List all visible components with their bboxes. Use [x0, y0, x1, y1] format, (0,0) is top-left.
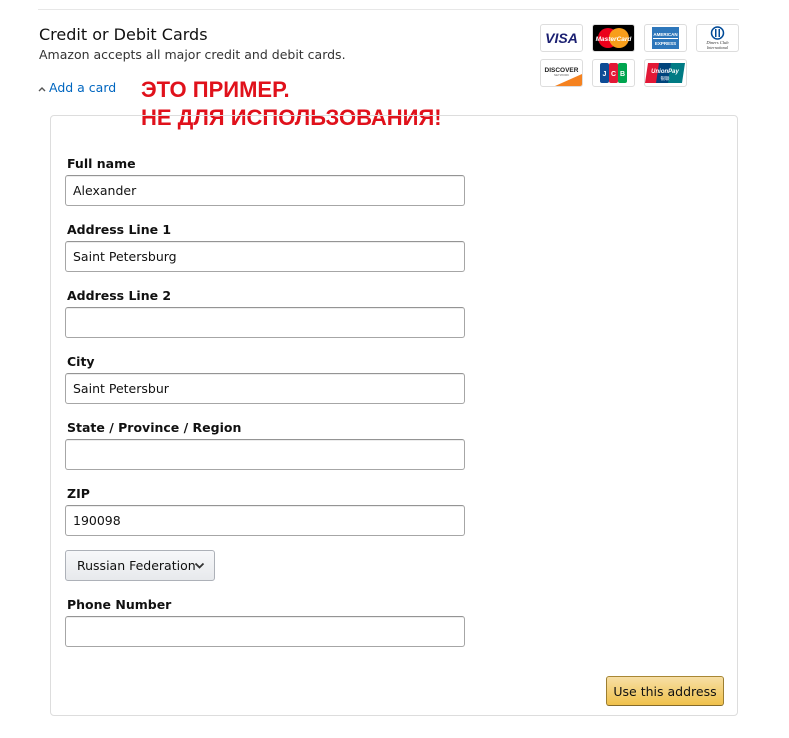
phone-label: Phone Number: [67, 597, 172, 612]
address-line-2-input[interactable]: [65, 307, 465, 338]
svg-text:EXPRESS: EXPRESS: [655, 41, 676, 46]
svg-text:J: J: [603, 71, 607, 78]
state-input[interactable]: [65, 439, 465, 470]
watermark-line-1: ЭТО ПРИМЕР.: [141, 77, 290, 102]
svg-text:AMERICAN: AMERICAN: [653, 32, 677, 37]
svg-text:B: B: [620, 71, 625, 78]
address-line-1-label: Address Line 1: [67, 222, 172, 237]
mastercard-logo: MasterCard: [592, 24, 635, 52]
jcb-logo: J C B: [592, 59, 635, 87]
address-line-2-label: Address Line 2: [67, 288, 172, 303]
svg-text:C: C: [611, 71, 616, 78]
svg-text:银联: 银联: [661, 75, 670, 82]
svg-text:UnionPay: UnionPay: [651, 69, 679, 75]
svg-text:International: International: [706, 45, 729, 50]
use-this-address-button[interactable]: Use this address: [606, 676, 724, 706]
top-divider: [38, 9, 739, 10]
add-card-link[interactable]: Add a card: [38, 80, 116, 95]
full-name-label: Full name: [67, 156, 136, 171]
zip-input[interactable]: [65, 505, 465, 536]
address-line-1-input[interactable]: [65, 241, 465, 272]
svg-text:NETWORK: NETWORK: [554, 73, 569, 77]
section-subtitle: Amazon accepts all major credit and debi…: [39, 47, 346, 62]
svg-text:VISA: VISA: [545, 30, 578, 46]
svg-text:MasterCard: MasterCard: [596, 36, 633, 43]
city-input[interactable]: [65, 373, 465, 404]
country-select[interactable]: Russian Federation: [65, 550, 215, 581]
diners-club-logo: Diners Club International: [696, 24, 739, 52]
zip-label: ZIP: [67, 486, 90, 501]
section-title: Credit or Debit Cards: [39, 25, 208, 44]
chevron-up-icon: [38, 82, 46, 95]
city-label: City: [67, 354, 95, 369]
visa-logo: VISA: [540, 24, 583, 52]
add-card-label: Add a card: [49, 80, 117, 95]
discover-logo: DISCOVER NETWORK: [540, 59, 583, 87]
accepted-cards: VISA MasterCard AMERICAN EXPRESS Diners …: [540, 24, 740, 88]
state-label: State / Province / Region: [67, 420, 242, 435]
amex-logo: AMERICAN EXPRESS: [644, 24, 687, 52]
unionpay-logo: UnionPay 银联: [644, 59, 687, 87]
phone-input[interactable]: [65, 616, 465, 647]
country-selected-value: Russian Federation: [77, 558, 196, 573]
full-name-input[interactable]: [65, 175, 465, 206]
chevron-down-icon: [194, 559, 205, 575]
